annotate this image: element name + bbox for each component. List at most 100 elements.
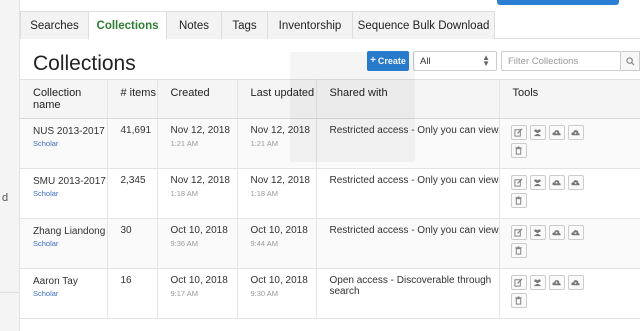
cloud-upload-icon	[552, 280, 561, 286]
tools-cell	[499, 168, 640, 219]
updated-time: 1:18 AM	[250, 189, 279, 198]
delete-button[interactable]	[510, 243, 527, 258]
trash-icon	[515, 196, 522, 205]
edit-button[interactable]	[510, 275, 527, 290]
role-label: Scholar	[33, 139, 59, 148]
role-label: Scholar	[33, 189, 59, 198]
cloud-upload-icon	[552, 230, 561, 236]
left-sidebar-edge: d	[0, 0, 20, 331]
share-users-button[interactable]	[529, 175, 546, 190]
tools-cell	[499, 218, 640, 269]
tab-collections[interactable]: Collections	[88, 11, 167, 40]
collections-panel: Collections + Create All ▲ ▼ Filter Colle…	[20, 40, 640, 331]
trash-icon	[515, 146, 522, 155]
edit-button[interactable]	[510, 225, 527, 240]
edit-button[interactable]	[510, 125, 527, 140]
collection-name-link[interactable]: SMU 2013-2017	[33, 176, 106, 187]
top-action-button[interactable]	[497, 0, 619, 5]
tools-cell	[499, 118, 640, 169]
delete-button[interactable]	[510, 143, 527, 158]
table-row[interactable]: Aaron Tay Scholar 16 Oct 10, 2018 9:17 A…	[20, 268, 640, 319]
item-count: 30	[107, 218, 158, 269]
users-icon	[533, 229, 542, 237]
shared-with: Restricted access - Only you can view	[316, 118, 500, 169]
updated-time: 9:30 AM	[250, 289, 279, 298]
share-users-button[interactable]	[529, 275, 546, 290]
plus-icon: +	[370, 55, 376, 66]
users-icon	[533, 279, 542, 287]
users-icon	[533, 179, 542, 187]
column-header-shared[interactable]: Shared with	[316, 79, 500, 119]
updated-time: 1:21 AM	[250, 139, 279, 148]
edit-icon	[514, 278, 523, 287]
trash-icon	[515, 296, 522, 305]
created-date: Nov 12, 2018	[170, 125, 231, 136]
delete-button[interactable]	[510, 293, 527, 308]
item-count: 16	[107, 268, 158, 319]
users-icon	[533, 129, 542, 137]
cloud-download-icon	[571, 130, 580, 136]
updated-date: Nov 12, 2018	[250, 175, 311, 186]
tab-sequence-bulk-download[interactable]: Sequence Bulk Download	[352, 11, 495, 39]
scope-select[interactable]: All ▲ ▼	[413, 51, 497, 71]
column-header-items[interactable]: # items	[107, 79, 158, 119]
edit-button[interactable]	[510, 175, 527, 190]
share-users-button[interactable]	[529, 125, 546, 140]
table-row[interactable]: SMU 2013-2017 Scholar 2,345 Nov 12, 2018…	[20, 168, 640, 219]
table-row[interactable]: Zhang Liandong Scholar 30 Oct 10, 2018 9…	[20, 218, 640, 269]
upload-button[interactable]	[548, 175, 565, 190]
created-time: 1:21 AM	[170, 139, 199, 148]
create-button-label: Create	[377, 56, 406, 66]
created-time: 1:18 AM	[170, 189, 199, 198]
created-date: Oct 10, 2018	[170, 275, 228, 286]
updated-time: 9:44 AM	[250, 239, 279, 248]
page-title: Collections	[33, 52, 136, 75]
sidebar-divider	[0, 292, 20, 293]
cloud-download-icon	[571, 180, 580, 186]
tab-notes[interactable]: Notes	[166, 11, 222, 39]
table-row[interactable]: NUS 2013-2017 Scholar 41,691 Nov 12, 201…	[20, 118, 640, 169]
filter-search-button[interactable]	[621, 51, 640, 71]
trash-icon	[515, 246, 522, 255]
column-header-tools: Tools	[499, 79, 640, 119]
column-header-name[interactable]: Collection name	[20, 79, 108, 119]
select-arrows-icon: ▲ ▼	[482, 53, 490, 68]
created-time: 9:17 AM	[170, 289, 199, 298]
collection-name-link[interactable]: Zhang Liandong	[33, 226, 105, 237]
download-button[interactable]	[567, 175, 584, 190]
item-count: 2,345	[107, 168, 158, 219]
shared-with: Restricted access - Only you can view	[316, 168, 500, 219]
filter-input[interactable]: Filter Collections	[501, 51, 621, 71]
download-button[interactable]	[567, 125, 584, 140]
tools-cell	[499, 268, 640, 319]
item-count: 41,691	[107, 118, 158, 169]
cloud-download-icon	[571, 280, 580, 286]
created-date: Nov 12, 2018	[170, 175, 231, 186]
column-header-created[interactable]: Created	[157, 79, 238, 119]
collection-name-link[interactable]: NUS 2013-2017	[33, 126, 105, 137]
edit-icon	[514, 228, 523, 237]
shared-with: Restricted access - Only you can view	[316, 218, 500, 269]
upload-button[interactable]	[548, 125, 565, 140]
sidebar-text-fragment: d	[2, 192, 9, 204]
download-button[interactable]	[567, 275, 584, 290]
download-button[interactable]	[567, 225, 584, 240]
collections-table: Collection name # items Created Last upd…	[20, 79, 640, 319]
created-time: 9:36 AM	[170, 239, 199, 248]
upload-button[interactable]	[548, 225, 565, 240]
tab-tags[interactable]: Tags	[221, 11, 268, 39]
edit-icon	[514, 128, 523, 137]
cloud-download-icon	[571, 230, 580, 236]
delete-button[interactable]	[510, 193, 527, 208]
collection-name-link[interactable]: Aaron Tay	[33, 276, 78, 287]
role-label: Scholar	[33, 239, 59, 248]
create-button[interactable]: + Create	[367, 51, 409, 71]
column-header-updated[interactable]: Last updated	[237, 79, 317, 119]
updated-date: Oct 10, 2018	[250, 275, 308, 286]
created-date: Oct 10, 2018	[170, 225, 228, 236]
tab-inventorship[interactable]: Inventorship	[267, 11, 353, 39]
updated-date: Nov 12, 2018	[250, 125, 311, 136]
upload-button[interactable]	[548, 275, 565, 290]
tab-searches[interactable]: Searches	[20, 11, 89, 39]
share-users-button[interactable]	[529, 225, 546, 240]
